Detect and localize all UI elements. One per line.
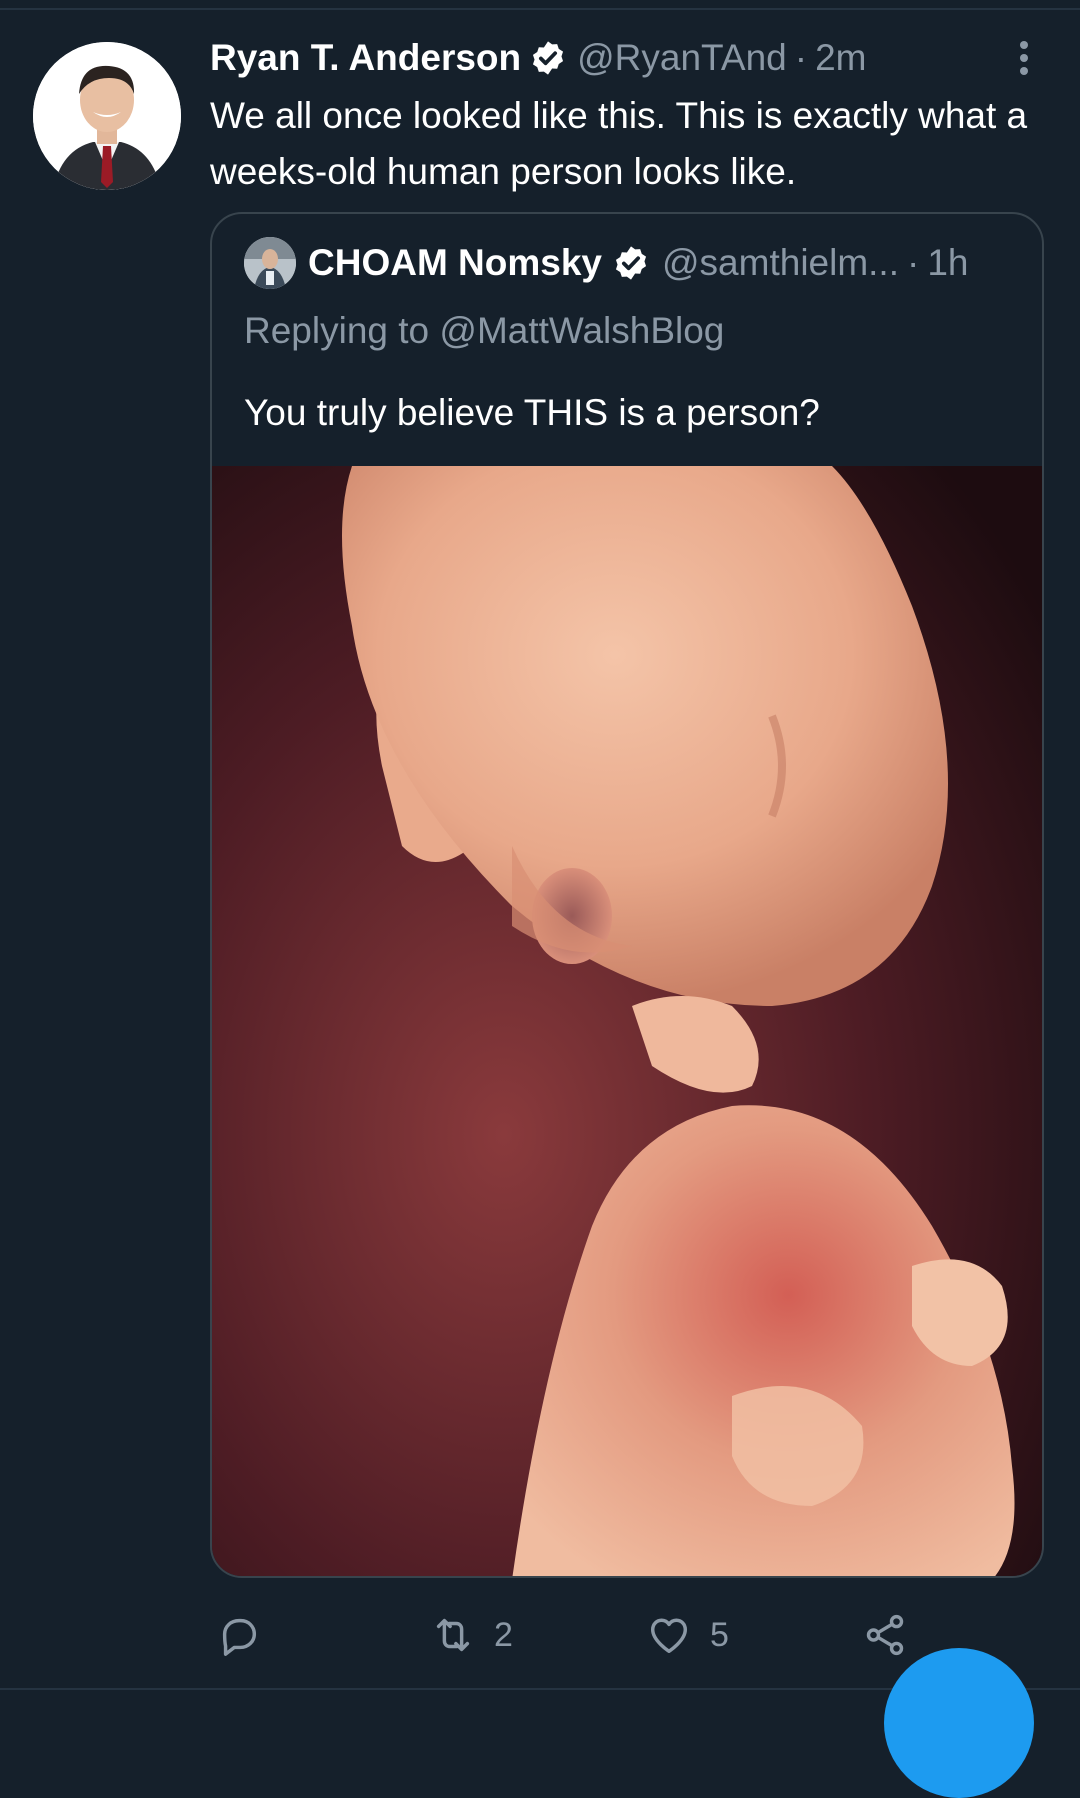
like-button[interactable]: 5 [646, 1605, 729, 1665]
reply-button[interactable] [216, 1605, 280, 1665]
reply-icon [222, 1618, 257, 1656]
author-name[interactable]: Ryan T. Anderson [210, 37, 521, 79]
tweet[interactable]: Ryan T. Anderson @RyanTAnd · 2m We all o… [0, 0, 1080, 1798]
retweet-icon [436, 1618, 470, 1652]
verified-badge-icon [615, 246, 647, 280]
quoted-author-handle: @samthielm... [662, 242, 899, 283]
quoted-tweet-text: You truly believe THIS is a person? [244, 392, 820, 433]
share-icon [866, 1614, 904, 1656]
like-count: 5 [710, 1615, 729, 1654]
quoted-tweet-card[interactable]: CHOAM Nomsky @samthielm... · 1h Replying… [210, 212, 1044, 1578]
avatar[interactable] [33, 42, 181, 190]
avatar-photo [33, 42, 181, 190]
quoted-avatar-photo [244, 237, 296, 289]
retweet-button[interactable]: 2 [430, 1605, 513, 1665]
quoted-timestamp: 1h [927, 242, 969, 283]
timestamp[interactable]: 2m [815, 37, 866, 79]
embryo-image [212, 466, 1042, 1576]
separator-dot: · [794, 37, 808, 78]
retweet-count: 2 [494, 1615, 513, 1654]
share-button[interactable] [862, 1605, 908, 1665]
quoted-avatar [244, 237, 296, 289]
more-vertical-icon[interactable] [1012, 38, 1036, 78]
replying-to: Replying to @MattWalshBlog [244, 310, 725, 351]
tweet-text: We all once looked like this. This is ex… [210, 95, 1028, 192]
divider [0, 8, 1080, 10]
heart-icon [650, 1618, 688, 1654]
tweet-header: Ryan T. Anderson @RyanTAnd · 2m [210, 34, 866, 82]
verified-badge-icon [533, 41, 564, 75]
quoted-tweet-header: CHOAM Nomsky @samthielm... · 1h [244, 237, 969, 289]
quoted-tweet-photo[interactable] [212, 466, 1042, 1576]
quoted-author-name: CHOAM Nomsky [308, 242, 602, 283]
author-handle[interactable]: @RyanTAnd [577, 37, 787, 79]
action-bar: 2 5 [210, 1605, 1040, 1665]
separator-dot: · [907, 242, 920, 283]
compose-tweet-button[interactable] [884, 1648, 1034, 1798]
